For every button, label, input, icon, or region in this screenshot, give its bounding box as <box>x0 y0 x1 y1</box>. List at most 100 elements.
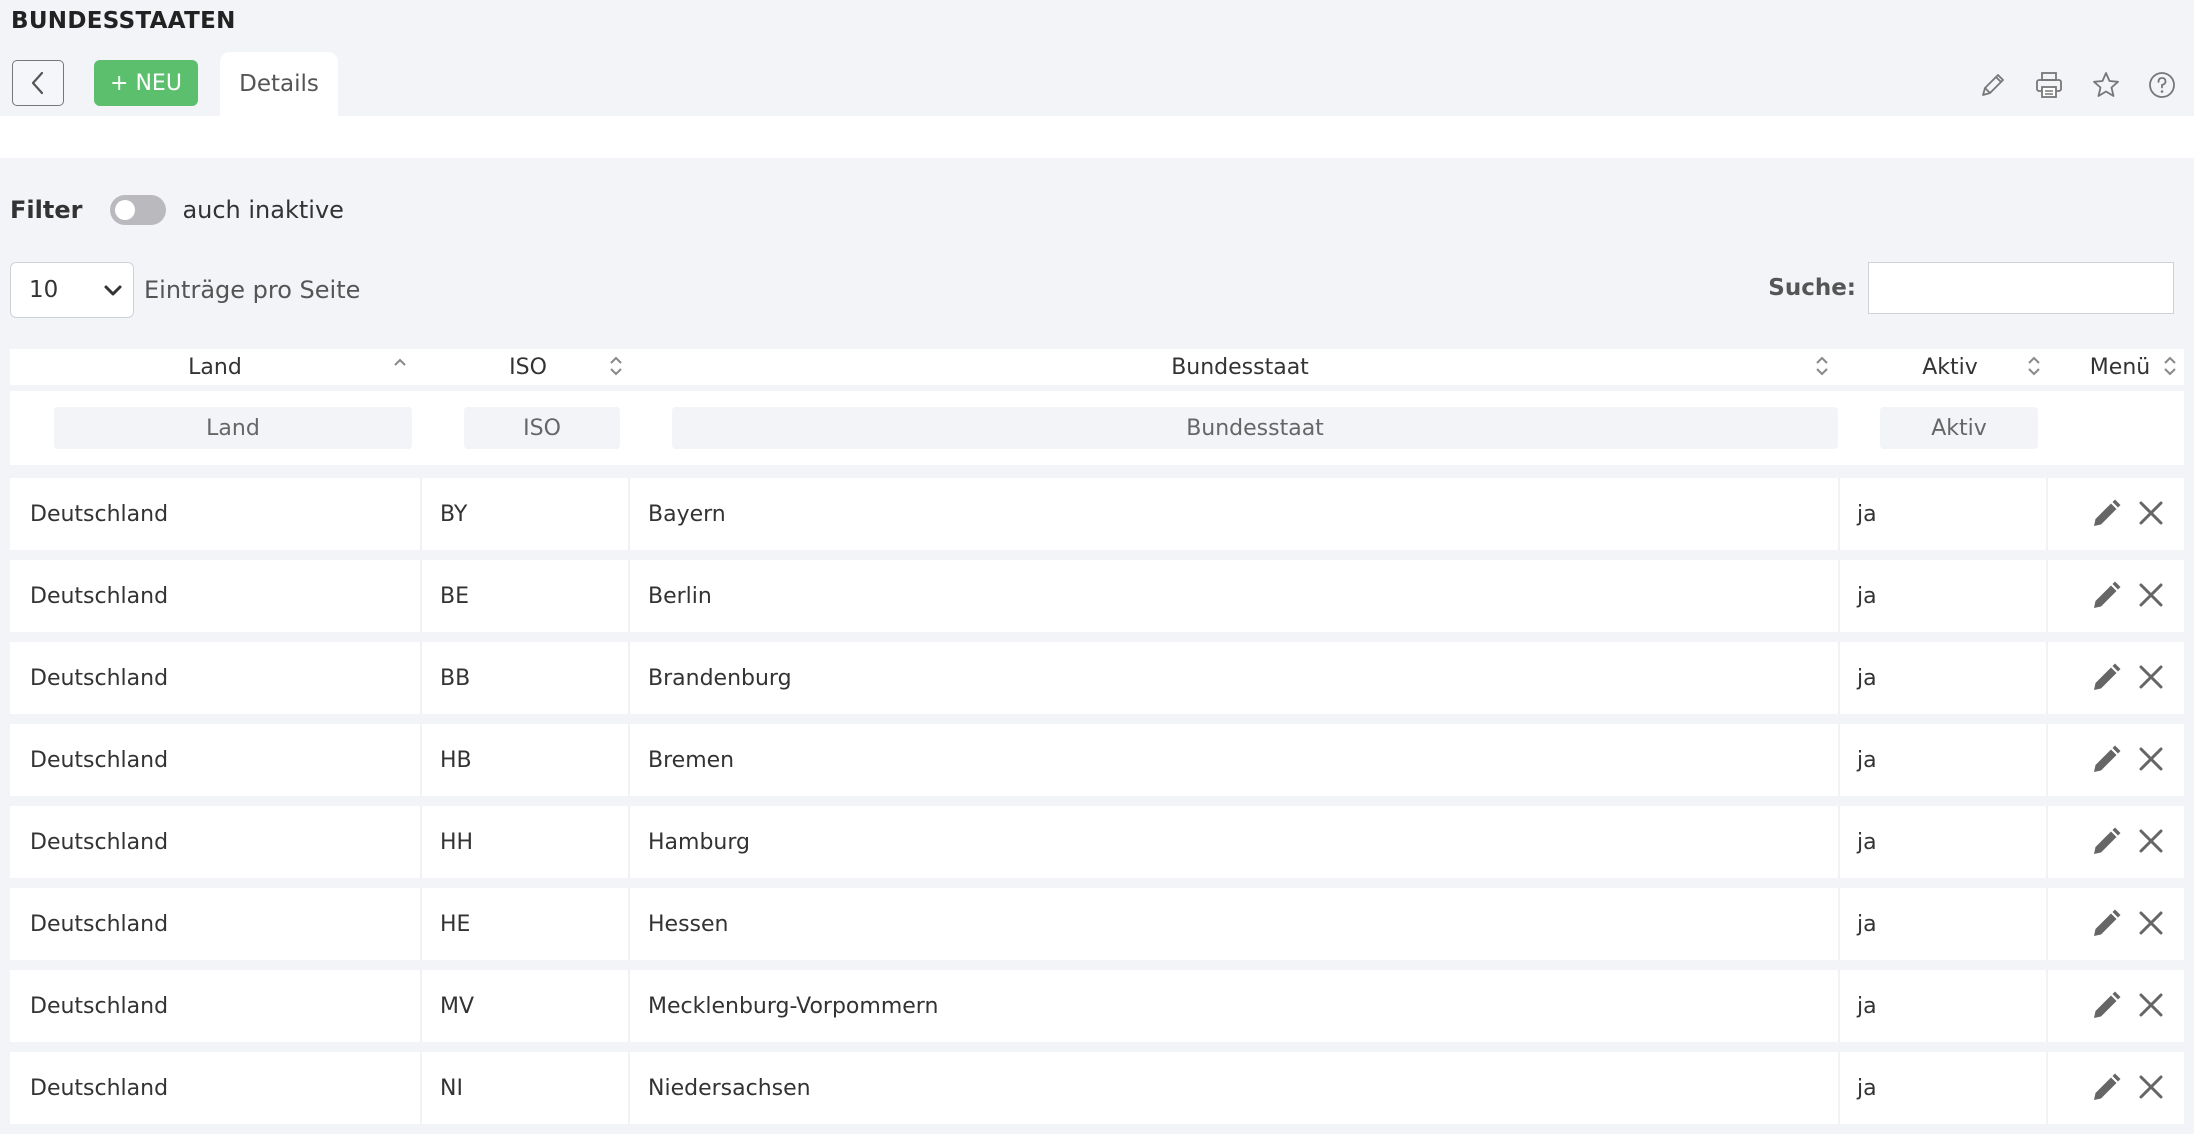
column-separator <box>628 1052 630 1124</box>
cell-iso: HH <box>440 829 474 855</box>
column-header-bundesstaat[interactable]: Bundesstaat <box>636 349 1844 385</box>
column-label: Land <box>188 354 242 380</box>
column-separator <box>1838 806 1840 878</box>
delete-icon[interactable] <box>2136 990 2166 1020</box>
delete-icon[interactable] <box>2136 1072 2166 1102</box>
column-separator <box>1838 724 1840 796</box>
column-separator <box>2046 970 2048 1042</box>
column-label: Bundesstaat <box>1171 354 1309 380</box>
column-separator <box>2046 724 2048 796</box>
table-row[interactable]: Deutschland NI Niedersachsen ja <box>10 1052 2184 1124</box>
cell-bundesstaat: Berlin <box>648 583 712 609</box>
edit-icon[interactable] <box>2090 498 2122 530</box>
cell-land: Deutschland <box>30 911 169 937</box>
column-separator <box>1838 560 1840 632</box>
cell-land: Deutschland <box>30 829 169 855</box>
column-separator <box>420 970 422 1042</box>
column-separator <box>2046 642 2048 714</box>
filter-iso-input[interactable]: ISO <box>464 407 620 449</box>
new-button[interactable]: + NEU <box>94 60 198 106</box>
column-separator <box>420 1052 422 1124</box>
filter-bundesstaat-input[interactable]: Bundesstaat <box>672 407 1838 449</box>
delete-icon[interactable] <box>2136 580 2166 610</box>
filter-land-input[interactable]: Land <box>54 407 412 449</box>
chevron-down-icon <box>104 285 122 296</box>
table-row[interactable]: Deutschland BE Berlin ja <box>10 560 2184 632</box>
row-actions <box>2090 826 2166 858</box>
inactive-toggle[interactable] <box>110 195 167 225</box>
column-separator <box>1838 1052 1840 1124</box>
cell-land: Deutschland <box>30 993 169 1019</box>
column-separator <box>420 724 422 796</box>
column-separator <box>2046 888 2048 960</box>
table-row[interactable]: Deutschland MV Mecklenburg-Vorpommern ja <box>10 970 2184 1042</box>
column-separator <box>420 478 422 550</box>
table-row[interactable]: Deutschland HH Hamburg ja <box>10 806 2184 878</box>
cell-bundesstaat: Hamburg <box>648 829 750 855</box>
column-separator <box>420 642 422 714</box>
search-input[interactable] <box>1868 262 2174 314</box>
cell-iso: BE <box>440 583 469 609</box>
sort-icon <box>2028 356 2040 376</box>
column-header-menu[interactable]: Menü <box>2056 349 2184 385</box>
filter-aktiv-input[interactable]: Aktiv <box>1880 407 2038 449</box>
page-length-control: 10 Einträge pro Seite <box>10 262 360 318</box>
table-row[interactable]: Deutschland BB Brandenburg ja <box>10 642 2184 714</box>
column-separator <box>628 806 630 878</box>
pencil-icon[interactable] <box>1976 68 2010 102</box>
cell-bundesstaat: Mecklenburg-Vorpommern <box>648 993 939 1019</box>
data-table: Land ISO Bundesstaat Aktiv Menü Land ISO… <box>10 349 2184 1134</box>
cell-iso: BB <box>440 665 471 691</box>
row-actions <box>2090 580 2166 612</box>
edit-icon[interactable] <box>2090 908 2122 940</box>
edit-icon[interactable] <box>2090 744 2122 776</box>
sort-icon <box>1816 356 1828 376</box>
page-title: BUNDESSTAATEN <box>11 8 236 34</box>
table-row[interactable]: Deutschland BY Bayern ja <box>10 478 2184 550</box>
row-actions <box>2090 908 2166 940</box>
table-body: Deutschland BY Bayern ja Deutschland BE … <box>10 478 2184 1124</box>
edit-icon[interactable] <box>2090 990 2122 1022</box>
delete-icon[interactable] <box>2136 744 2166 774</box>
cell-bundesstaat: Niedersachsen <box>648 1075 811 1101</box>
column-separator <box>628 560 630 632</box>
delete-icon[interactable] <box>2136 498 2166 528</box>
star-icon[interactable] <box>2089 68 2123 102</box>
column-separator <box>420 806 422 878</box>
back-button[interactable] <box>12 60 64 106</box>
row-actions <box>2090 744 2166 776</box>
row-actions <box>2090 662 2166 694</box>
table-row[interactable]: Deutschland HE Hessen ja <box>10 888 2184 960</box>
column-separator <box>1838 970 1840 1042</box>
search-label: Suche: <box>1768 275 1856 301</box>
sort-icon <box>610 356 622 376</box>
delete-icon[interactable] <box>2136 662 2166 692</box>
content-header-strip <box>0 116 2194 158</box>
column-separator <box>628 724 630 796</box>
column-separator <box>2046 560 2048 632</box>
tab-details[interactable]: Details <box>220 52 338 116</box>
toggle-label: auch inaktive <box>182 196 344 224</box>
table-row[interactable]: Deutschland HB Bremen ja <box>10 724 2184 796</box>
edit-icon[interactable] <box>2090 662 2122 694</box>
edit-icon[interactable] <box>2090 826 2122 858</box>
column-header-aktiv[interactable]: Aktiv <box>1844 349 2056 385</box>
cell-land: Deutschland <box>30 501 169 527</box>
page-length-select[interactable]: 10 <box>10 262 134 318</box>
row-actions <box>2090 990 2166 1022</box>
edit-icon[interactable] <box>2090 580 2122 612</box>
cell-aktiv: ja <box>1857 583 1877 609</box>
help-icon[interactable] <box>2145 68 2179 102</box>
delete-icon[interactable] <box>2136 908 2166 938</box>
column-header-land[interactable]: Land <box>10 349 420 385</box>
column-label: Aktiv <box>1922 354 1978 380</box>
column-separator <box>2046 1052 2048 1124</box>
cell-iso: NI <box>440 1075 463 1101</box>
page-length-value: 10 <box>29 277 59 303</box>
edit-icon[interactable] <box>2090 1072 2122 1104</box>
printer-icon[interactable] <box>2032 68 2066 102</box>
column-header-iso[interactable]: ISO <box>420 349 636 385</box>
cell-bundesstaat: Brandenburg <box>648 665 792 691</box>
delete-icon[interactable] <box>2136 826 2166 856</box>
page-length-label: Einträge pro Seite <box>144 276 361 304</box>
